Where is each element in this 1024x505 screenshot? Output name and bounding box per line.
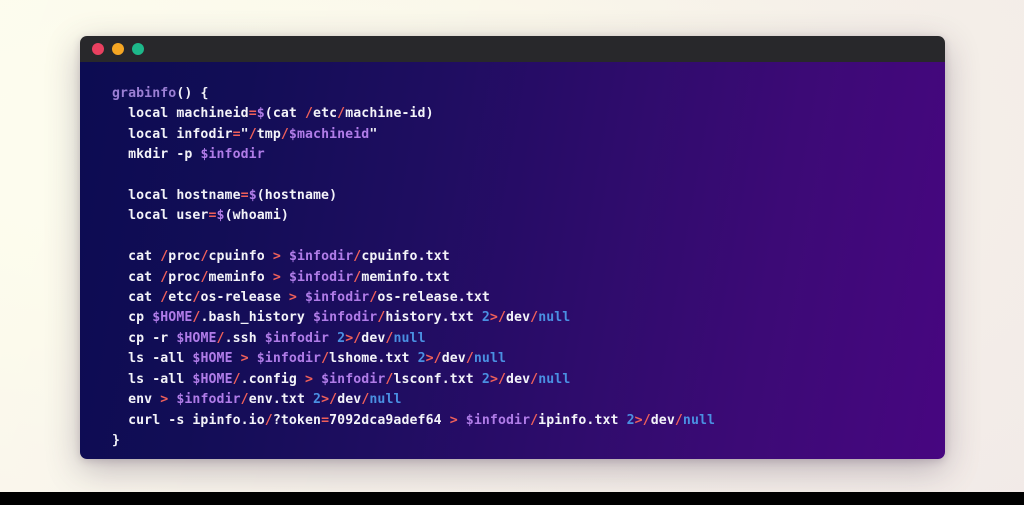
bottom-black-strip bbox=[0, 492, 1024, 505]
code-area[interactable]: grabinfo() { local machineid=$(cat /etc/… bbox=[80, 62, 945, 459]
terminal-window: grabinfo() { local machineid=$(cat /etc/… bbox=[80, 36, 945, 459]
close-button[interactable] bbox=[92, 43, 104, 55]
maximize-button[interactable] bbox=[132, 43, 144, 55]
code-block[interactable]: grabinfo() { local machineid=$(cat /etc/… bbox=[80, 84, 945, 451]
window-title-bar[interactable] bbox=[80, 36, 945, 62]
minimize-button[interactable] bbox=[112, 43, 124, 55]
page-root: grabinfo() { local machineid=$(cat /etc/… bbox=[0, 0, 1024, 505]
